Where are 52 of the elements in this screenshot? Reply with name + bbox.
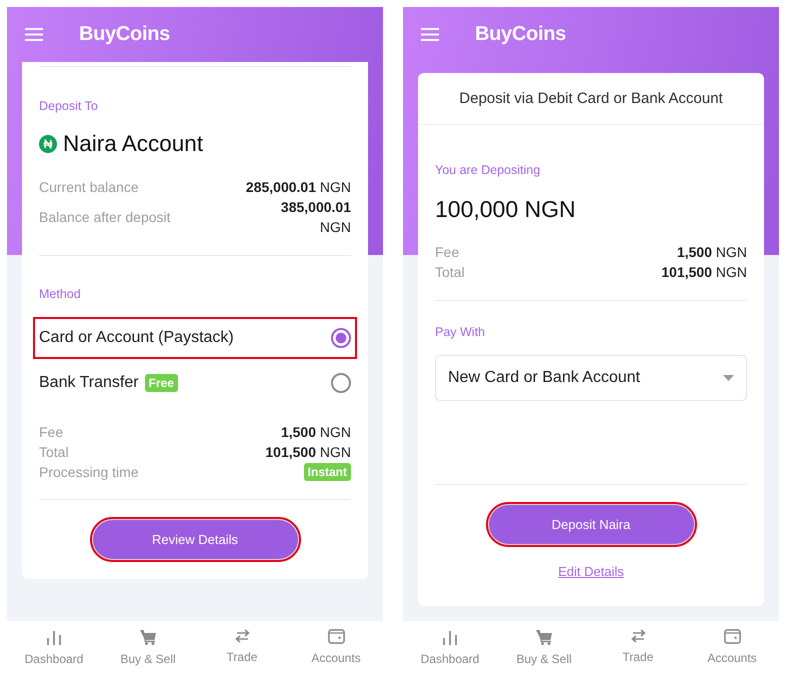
section-label: Method: [39, 287, 82, 302]
radio-button[interactable]: [331, 328, 351, 348]
swap-arrows-icon: [630, 629, 646, 643]
naira-coin-icon: [39, 135, 57, 153]
payment-select[interactable]: New Card or Bank Account: [435, 355, 747, 401]
primary-button[interactable]: Review Details: [92, 520, 298, 559]
radio-button[interactable]: [331, 373, 351, 393]
status-tag: Instant: [304, 463, 351, 481]
detail-label: Balance after deposit: [39, 208, 171, 227]
cart-icon: [536, 629, 552, 645]
nav-tab[interactable]: Trade: [195, 621, 289, 677]
nav-tab[interactable]: Trade: [591, 621, 685, 677]
detail-value: 1,500 NGN: [280, 423, 351, 442]
nav-tab[interactable]: Buy & Sell: [101, 621, 195, 677]
detail-label: Fee: [39, 423, 64, 442]
account-name: Naira Account: [63, 131, 204, 157]
bar-chart-icon: [47, 629, 61, 645]
wallet-icon: [724, 629, 740, 644]
section-label: Deposit To: [39, 99, 99, 114]
payment-method-option[interactable]: Bank Transfer Free: [33, 362, 357, 404]
app-logo: BuyCoins: [475, 23, 566, 46]
nav-tab[interactable]: Dashboard: [403, 621, 497, 677]
detail-value: 1,500 NGN: [676, 243, 747, 262]
primary-button[interactable]: Deposit Naira: [488, 505, 694, 544]
section-label: You are Depositing: [435, 163, 542, 178]
card-title: Deposit via Debit Card or Bank Account: [418, 73, 764, 125]
detail-label: Fee: [435, 243, 460, 262]
menu-icon[interactable]: [25, 28, 43, 41]
detail-value: 285,000.01 NGN: [246, 178, 351, 197]
nav-tab[interactable]: Accounts: [289, 621, 383, 677]
detail-label: Total: [435, 263, 465, 282]
wallet-icon: [328, 629, 344, 644]
cart-icon: [140, 629, 156, 645]
app-logo: BuyCoins: [79, 23, 170, 46]
section-label: Pay With: [435, 325, 486, 340]
detail-value: 385,000.01 NGN: [280, 198, 351, 237]
bar-chart-icon: [443, 629, 457, 645]
deposit-amount: 100,000 NGN: [435, 195, 577, 223]
swap-arrows-icon: [234, 629, 250, 643]
edit-details-link[interactable]: Edit Details: [558, 564, 624, 580]
detail-value: 101,500 NGN: [265, 443, 351, 462]
detail-label: Current balance: [39, 178, 139, 197]
nav-tab[interactable]: Buy & Sell: [497, 621, 591, 677]
payment-method-option[interactable]: Card or Account (Paystack): [33, 317, 357, 359]
caret-down-icon: [723, 375, 734, 381]
detail-label: Total: [39, 443, 69, 462]
detail-label: Processing time: [39, 463, 139, 482]
nav-tab[interactable]: Accounts: [685, 621, 779, 677]
nav-tab[interactable]: Dashboard: [7, 621, 101, 677]
price-tag: Free: [144, 374, 178, 392]
detail-value: 101,500 NGN: [661, 263, 747, 282]
menu-icon[interactable]: [421, 28, 439, 41]
